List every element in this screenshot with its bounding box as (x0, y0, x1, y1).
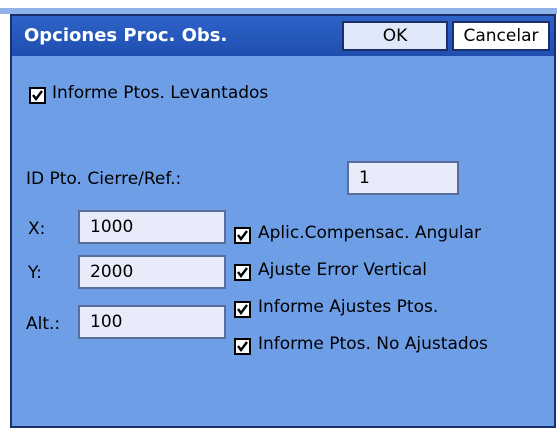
checkmark-icon (32, 90, 43, 101)
aplic-compensac-label: Aplic.Compensac. Angular (258, 223, 482, 243)
x-input[interactable]: 1000 (78, 210, 226, 244)
informe-ajustes-label: Informe Ajustes Ptos. (258, 297, 439, 317)
informe-no-ajustados-label: Informe Ptos. No Ajustados (258, 334, 488, 354)
aplic-compensac-checkbox[interactable] (234, 227, 251, 244)
alt-label: Alt.: (26, 314, 61, 334)
desktop-strip (0, 0, 557, 14)
informe-no-ajustados-checkbox[interactable] (234, 338, 251, 355)
informe-ptos-levantados-checkbox[interactable] (29, 87, 46, 104)
informe-ptos-levantados-label: Informe Ptos. Levantados (52, 83, 269, 103)
ok-button[interactable]: OK (342, 21, 448, 51)
ajuste-error-vertical-label: Ajuste Error Vertical (258, 260, 427, 280)
checkmark-icon (237, 230, 248, 241)
id-pto-label: ID Pto. Cierre/Ref.: (26, 169, 182, 189)
options-dialog: Opciones Proc. Obs. OK Cancelar Informe … (10, 14, 556, 428)
x-label: X: (28, 219, 46, 239)
cancel-button[interactable]: Cancelar (452, 21, 550, 51)
dialog-titlebar: Opciones Proc. Obs. OK Cancelar (12, 16, 554, 56)
id-pto-input[interactable]: 1 (347, 161, 459, 195)
informe-ajustes-checkbox[interactable] (234, 301, 251, 318)
ajuste-error-vertical-checkbox[interactable] (234, 264, 251, 281)
y-label: Y: (28, 263, 42, 283)
checkmark-icon (237, 341, 248, 352)
y-input[interactable]: 2000 (78, 255, 226, 289)
checkmark-icon (237, 304, 248, 315)
checkmark-icon (237, 267, 248, 278)
alt-input[interactable]: 100 (78, 305, 226, 339)
dialog-title: Opciones Proc. Obs. (24, 25, 228, 46)
